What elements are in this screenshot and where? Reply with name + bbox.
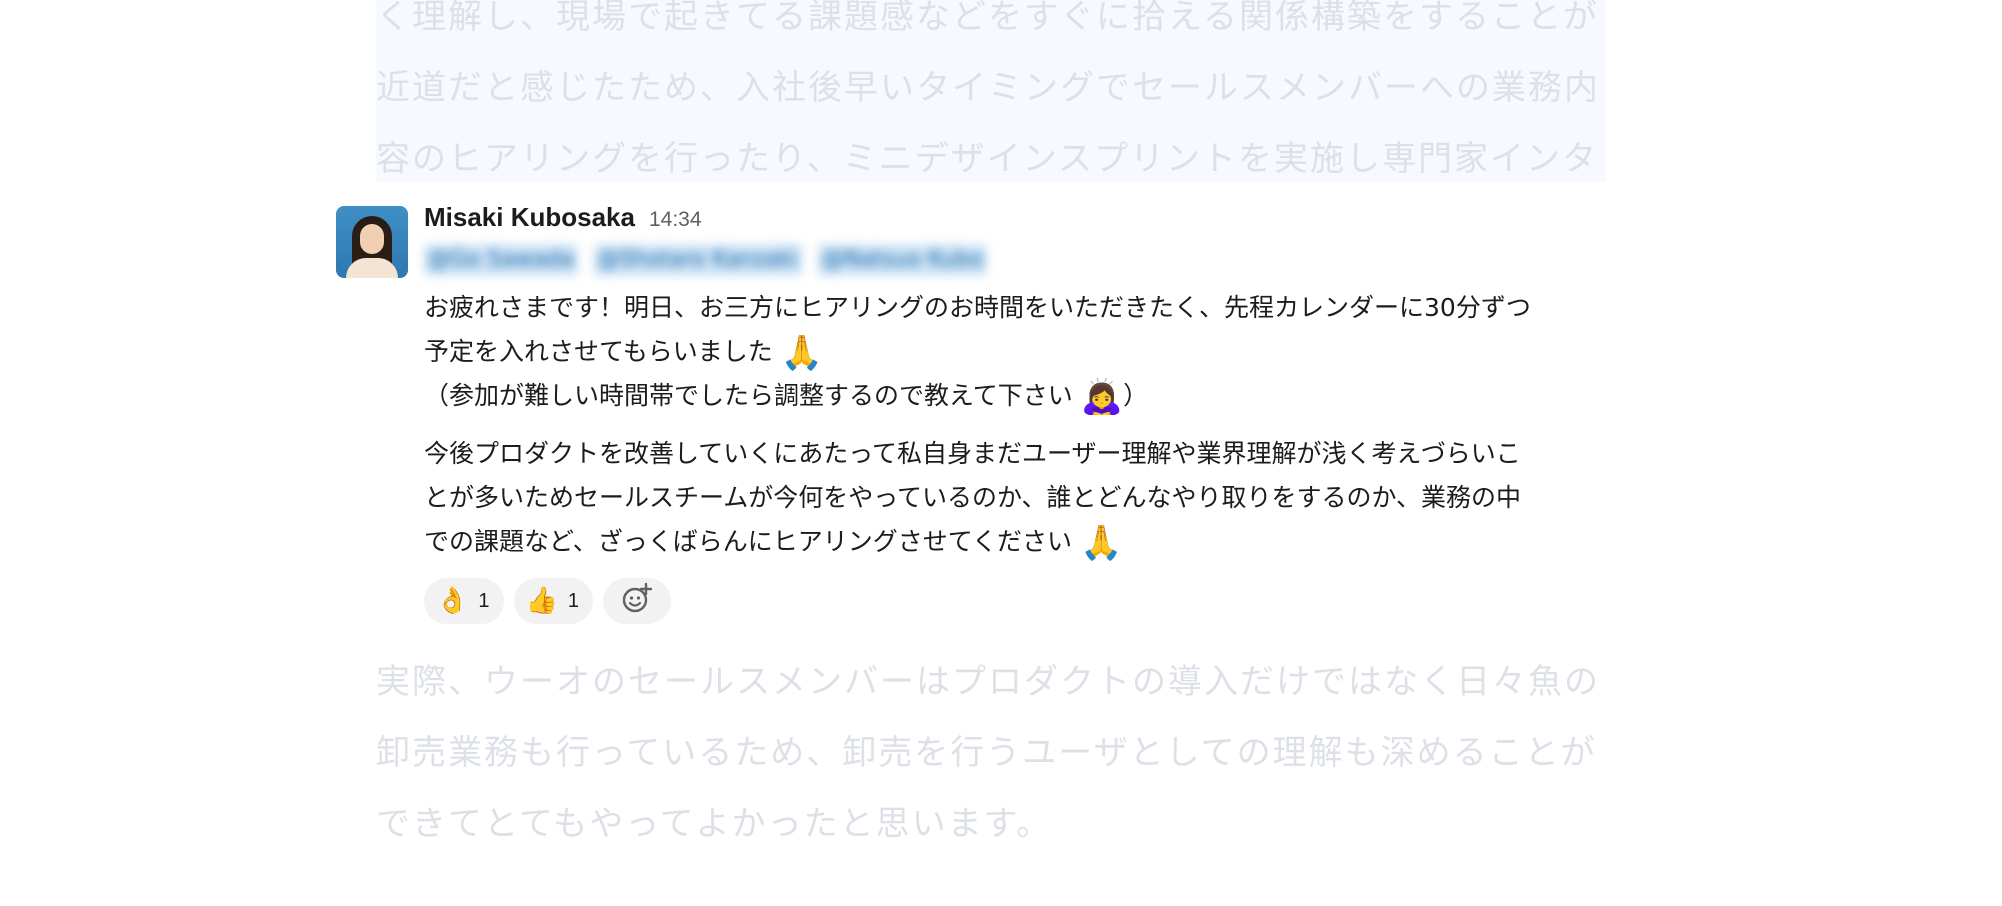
author-name[interactable]: Misaki Kubosaka [424,202,635,233]
message-header: Misaki Kubosaka 14:34 [424,198,1674,234]
folded-hands-emoji-icon: 🙏 [780,333,824,373]
mention-user[interactable]: @Natsuo Kubo [817,244,987,276]
paragraph-1: お疲れさまです！明日、お三方にヒアリングのお時間をいただきたく、先程カレンダーに… [424,286,1674,418]
ok-hand-emoji-icon: 👌 [436,586,469,616]
article-line: 近道だと感じたため、入社後早いタイミングでセールスメンバーへの業務内 [376,68,1600,108]
bowing-woman-emoji-icon: 🙇‍♀️ [1080,377,1124,417]
reaction-thumbs-up[interactable]: 👍 1 [513,578,593,624]
article-text-bottom: 実際、ウーオのセールスメンバーはプロダクトの導入だけではなく日々魚の 卸売業務も… [376,647,1636,860]
text-line: （参加が難しい時間帯でしたら調整するので教えて下さい [424,381,1073,410]
avatar-face [360,224,384,254]
text-line: とが多いためセールスチームが今何をやっているのか、誰とどんなやり取りをするのか、… [424,483,1522,512]
message-content: Misaki Kubosaka 14:34 @Go Sawada @Shotar… [424,198,1674,624]
text-line: での課題など、ざっくばらんにヒアリングさせてください [424,527,1073,556]
text-line: 予定を入れさせてもらいました [424,337,773,366]
article-line: できてとてもやってよかったと思います。 [376,804,1053,844]
message-body: お疲れさまです！明日、お三方にヒアリングのお時間をいただきたく、先程カレンダーに… [424,286,1674,564]
thumbs-up-emoji-icon: 👍 [525,586,558,616]
add-reaction-button[interactable] [603,578,671,624]
mention-user[interactable]: @Go Sawada [424,244,578,276]
message-timestamp[interactable]: 14:34 [649,208,702,232]
add-reaction-icon [620,582,654,620]
article-line: く理解し、現場で起きてる課題感などをすぐに拾える関係構築をすることが [376,0,1599,37]
mention-user[interactable]: @Shotaro Kanzaki [593,244,802,276]
reactions-bar: 👌 1 👍 1 [424,578,1674,624]
paragraph-2: 今後プロダクトを改善していくにあたって私自身まだユーザー理解や業界理解が浅く考え… [424,432,1674,564]
folded-hands-emoji-icon: 🙏 [1079,523,1123,563]
article-line: 実際、ウーオのセールスメンバーはプロダクトの導入だけではなく日々魚の [376,662,1600,702]
reaction-ok-hand[interactable]: 👌 1 [424,578,504,624]
text-line: ） [1123,381,1149,410]
article-text-top: く理解し、現場で起きてる課題感などをすぐに拾える関係構築をすることが 近道だと感… [376,0,1606,182]
reaction-count: 1 [567,589,579,612]
article-line: 卸売業務も行っているため、卸売を行うユーザとしての理解も深めることが [376,733,1597,773]
text-line: 今後プロダクトを改善していくにあたって私自身まだユーザー理解や業界理解が浅く考え… [424,439,1521,468]
text-line: お疲れさまです！明日、お三方にヒアリングのお時間をいただきたく、先程カレンダーに… [424,293,1531,322]
avatar[interactable] [336,206,408,278]
mentions-row: @Go Sawada @Shotaro Kanzaki @Natsuo Kubo [424,244,1674,276]
article-line: 容のヒアリングを行ったり、ミニデザインスプリントを実施し専門家インタ [376,139,1598,179]
reaction-count: 1 [478,589,490,612]
